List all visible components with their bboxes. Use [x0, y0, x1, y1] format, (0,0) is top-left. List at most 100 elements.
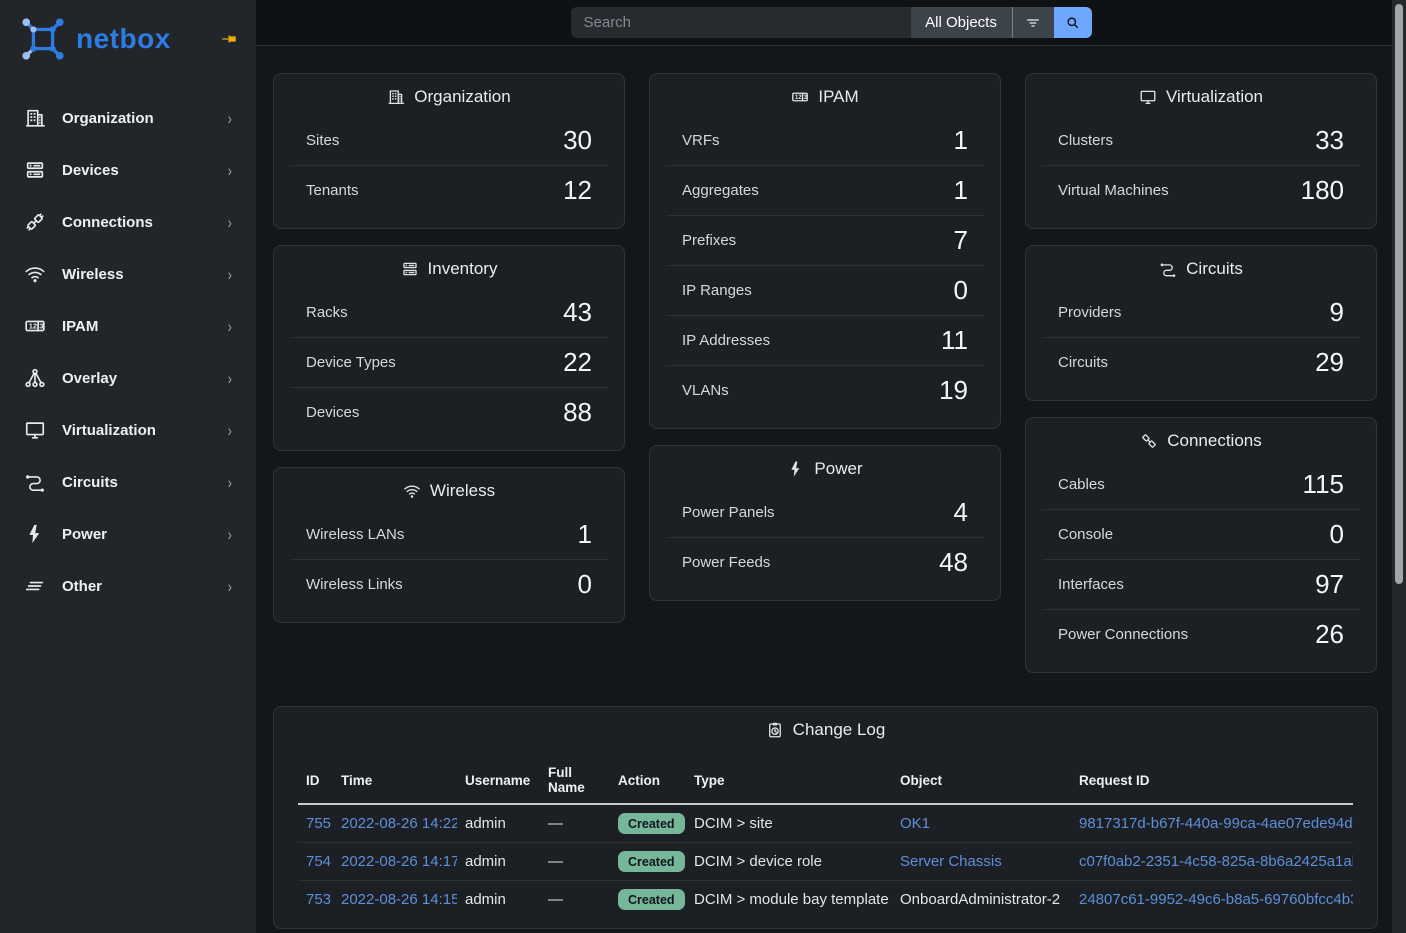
sidebar-item-label: Other	[62, 578, 102, 595]
search-input[interactable]	[571, 7, 911, 38]
card-title: Virtualization	[1166, 87, 1263, 107]
change-id-link[interactable]: 753	[306, 891, 331, 908]
sidebar-item-connections[interactable]: Connections ›	[0, 196, 256, 248]
card-header: Circuits	[1026, 246, 1376, 288]
pin-sidebar-icon[interactable]	[220, 30, 238, 48]
stat-row-interfaces[interactable]: Interfaces 97	[1042, 559, 1360, 609]
change-requestid-link[interactable]: c07f0ab2-2351-4c58-825a-8b6a2425a1ab	[1079, 853, 1353, 870]
stat-row-devices[interactable]: Devices 88	[290, 387, 608, 437]
stat-label: Power Feeds	[682, 554, 770, 571]
stat-row-clusters[interactable]: Clusters 33	[1042, 116, 1360, 165]
stat-row-ip-ranges[interactable]: IP Ranges 0	[666, 265, 984, 315]
search-icon	[1064, 14, 1081, 31]
change-time-link[interactable]: 2022-08-26 14:15	[341, 891, 457, 908]
topbar: All Objects	[256, 0, 1406, 46]
action-badge: Created	[618, 889, 685, 910]
stat-row-console[interactable]: Console 0	[1042, 509, 1360, 559]
stat-row-power-feeds[interactable]: Power Feeds 48	[666, 537, 984, 587]
stat-value: 0	[578, 571, 592, 598]
sidebar-nav: Organization › Devices › Connections › W…	[0, 92, 256, 612]
stat-row-racks[interactable]: Racks 43	[290, 288, 608, 337]
chevron-right-icon: ›	[228, 421, 232, 440]
card-circuits: Circuits Providers 9 Circuits 29	[1025, 245, 1377, 401]
card-title: Organization	[414, 87, 510, 107]
stat-row-aggregates[interactable]: Aggregates 1	[666, 165, 984, 215]
stat-value: 97	[1315, 571, 1344, 598]
sidebar-item-circuits[interactable]: Circuits ›	[0, 456, 256, 508]
change-type: DCIM > module bay template	[694, 891, 889, 908]
change-requestid-link[interactable]: 9817317d-b67f-440a-99ca-4ae07ede94df	[1079, 815, 1353, 832]
card-organization: Organization Sites 30 Tenants 12	[273, 73, 625, 229]
brand[interactable]: netbox	[0, 0, 256, 76]
stat-row-wireless-links[interactable]: Wireless Links 0	[290, 559, 608, 609]
stat-value: 1	[954, 127, 968, 154]
changelog-header: Change Log	[274, 707, 1377, 749]
change-requestid-link[interactable]: 24807c61-9952-49c6-b8a5-69760bfcc4b3	[1079, 891, 1353, 908]
change-time-link[interactable]: 2022-08-26 14:22	[341, 815, 457, 832]
stat-row-wireless-lans[interactable]: Wireless LANs 1	[290, 510, 608, 559]
change-object-link[interactable]: OK1	[900, 815, 930, 832]
sidebar: netbox Organization › Devices › Connecti…	[0, 0, 256, 933]
change-object-link[interactable]: Server Chassis	[900, 853, 1002, 870]
stat-label: Console	[1058, 526, 1113, 543]
filter-icon	[1024, 14, 1042, 32]
stat-list: Power Panels 4 Power Feeds 48	[650, 488, 1000, 600]
change-type: DCIM > device role	[694, 853, 822, 870]
stat-value: 19	[939, 377, 968, 404]
stat-row-vrfs[interactable]: VRFs 1	[666, 116, 984, 165]
search-group: All Objects	[571, 7, 1092, 38]
transit-connection-icon	[24, 471, 46, 493]
stat-value: 7	[954, 227, 968, 254]
sidebar-item-devices[interactable]: Devices ›	[0, 144, 256, 196]
card-header: Connections	[1026, 418, 1376, 460]
dashboard-column-2: IPAM VRFs 1 Aggregates 1 Prefixes 7	[649, 73, 1001, 673]
stat-row-ip-addresses[interactable]: IP Addresses 11	[666, 315, 984, 365]
change-time-link[interactable]: 2022-08-26 14:17	[341, 853, 457, 870]
stat-value: 0	[1330, 521, 1344, 548]
sidebar-item-other[interactable]: Other ›	[0, 560, 256, 612]
col-header-time: Time	[333, 757, 457, 804]
card-title: Wireless	[430, 481, 495, 501]
sidebar-item-overlay[interactable]: Overlay ›	[0, 352, 256, 404]
stat-row-power-connections[interactable]: Power Connections 26	[1042, 609, 1360, 659]
stat-row-device-types[interactable]: Device Types 22	[290, 337, 608, 387]
change-id-link[interactable]: 755	[306, 815, 331, 832]
sidebar-item-power[interactable]: Power ›	[0, 508, 256, 560]
stat-row-circuits[interactable]: Circuits 29	[1042, 337, 1360, 387]
stat-label: Aggregates	[682, 182, 759, 199]
sidebar-item-ipam[interactable]: IPAM ›	[0, 300, 256, 352]
scrollbar-thumb[interactable]	[1395, 4, 1403, 584]
main-content: Organization Sites 30 Tenants 12 Inv	[256, 47, 1392, 933]
dashboard-grid: Organization Sites 30 Tenants 12 Inv	[256, 47, 1392, 673]
stat-label: VRFs	[682, 132, 720, 149]
sidebar-item-wireless[interactable]: Wireless ›	[0, 248, 256, 300]
card-header: Organization	[274, 74, 624, 116]
change-username: admin	[465, 853, 506, 870]
building-icon	[24, 107, 46, 129]
sidebar-item-organization[interactable]: Organization ›	[0, 92, 256, 144]
stat-row-cables[interactable]: Cables 115	[1042, 460, 1360, 509]
action-badge: Created	[618, 813, 685, 834]
stat-row-providers[interactable]: Providers 9	[1042, 288, 1360, 337]
stat-row-vlans[interactable]: VLANs 19	[666, 365, 984, 415]
stat-row-power-panels[interactable]: Power Panels 4	[666, 488, 984, 537]
sidebar-item-virtualization[interactable]: Virtualization ›	[0, 404, 256, 456]
stat-value: 26	[1315, 621, 1344, 648]
stat-row-prefixes[interactable]: Prefixes 7	[666, 215, 984, 265]
card-connections: Connections Cables 115 Console 0 Interfa…	[1025, 417, 1377, 673]
stat-list: Cables 115 Console 0 Interfaces 97 Power…	[1026, 460, 1376, 672]
search-submit-button[interactable]	[1054, 7, 1092, 38]
search-filter-button[interactable]	[1012, 7, 1054, 38]
stat-label: Wireless Links	[306, 576, 403, 593]
building-icon	[387, 88, 405, 106]
change-id-link[interactable]: 754	[306, 853, 331, 870]
stat-row-virtual-machines[interactable]: Virtual Machines 180	[1042, 165, 1360, 215]
page-scrollbar[interactable]	[1392, 0, 1406, 933]
sidebar-item-label: Virtualization	[62, 422, 156, 439]
stat-row-tenants[interactable]: Tenants 12	[290, 165, 608, 215]
search-scope-dropdown[interactable]: All Objects	[911, 7, 1012, 38]
stat-value: 1	[954, 177, 968, 204]
card-header: Wireless	[274, 468, 624, 510]
stat-value: 4	[954, 499, 968, 526]
stat-row-sites[interactable]: Sites 30	[290, 116, 608, 165]
